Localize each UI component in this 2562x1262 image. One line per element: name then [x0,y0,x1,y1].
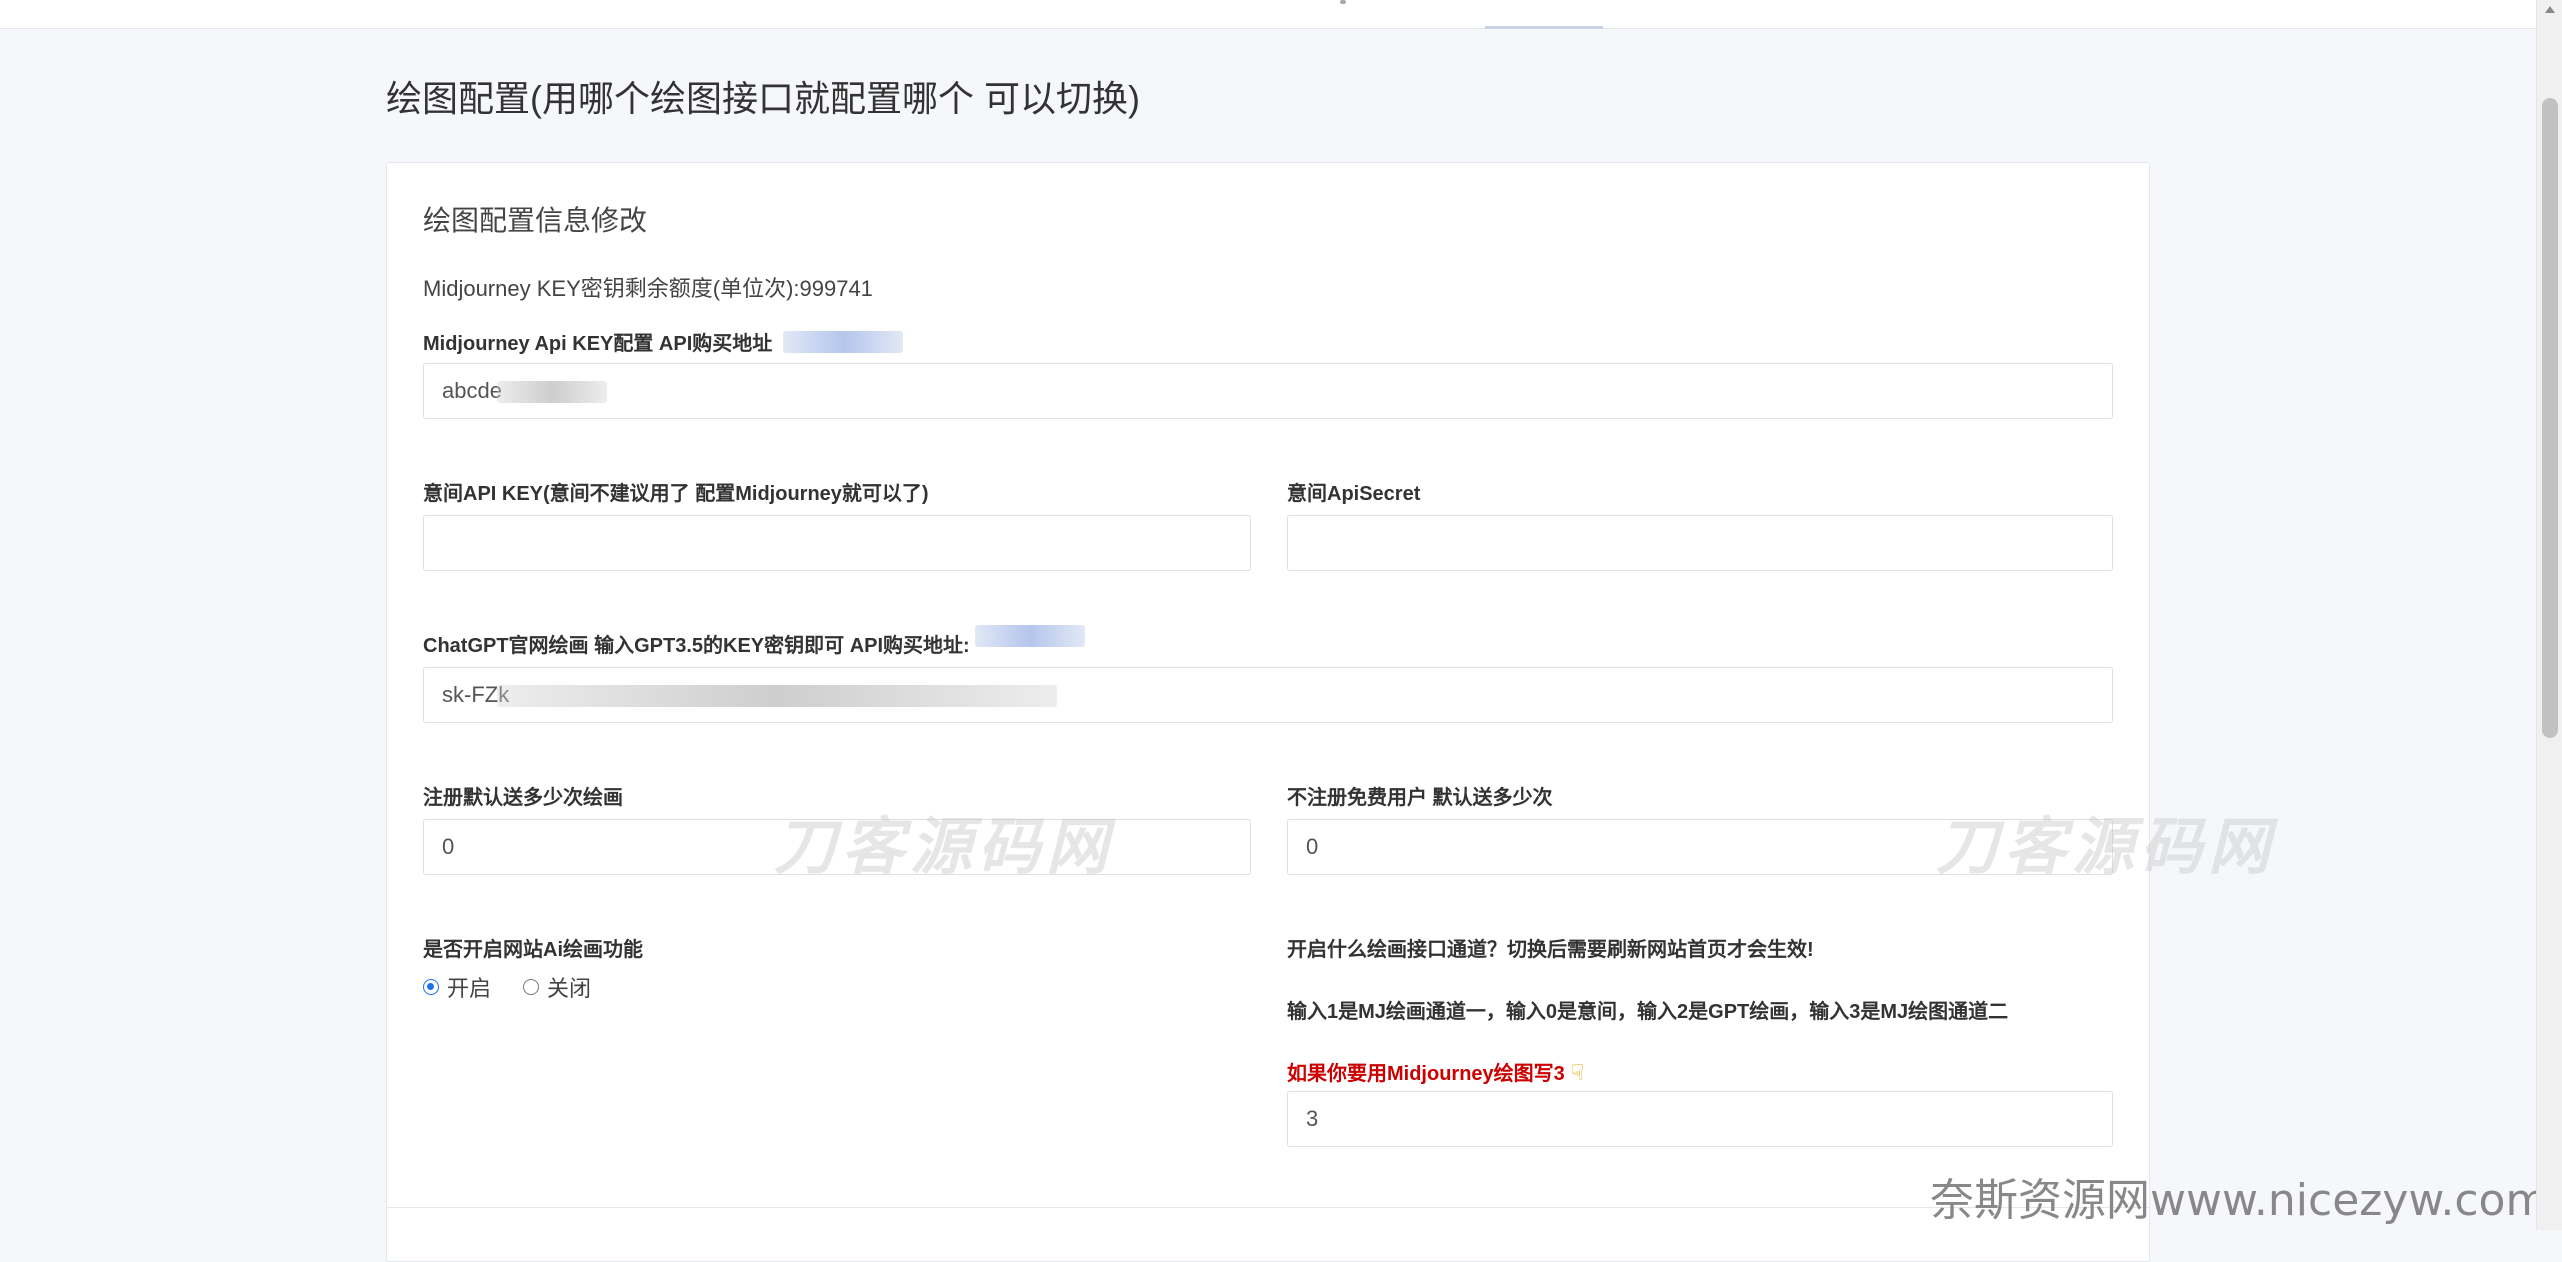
card-title: 绘图配置信息修改 [423,205,648,236]
scroll-thumb[interactable] [2542,98,2558,738]
redacted-link[interactable] [975,625,1085,647]
reg-free-count-value: 0 [442,834,455,859]
redacted-value [497,381,607,403]
nav-active-indicator [1485,26,1603,29]
mj-key-label: Midjourney Api KEY配置 API购买地址 [423,327,772,356]
channel-help-text: 输入1是MJ绘画通道一，输入0是意间，输入2是GPT绘画，输入3是MJ绘图通道二 [1287,1001,2009,1023]
mj-api-key-input[interactable]: abcde [423,363,2113,419]
top-nav-bar [0,0,2536,29]
ai-enable-off-label: 关闭 [547,976,592,1001]
nav-fragment [1340,0,1346,4]
reg-free-label: 注册默认送多少次绘画 [423,787,623,809]
yijian-secret-input[interactable] [1287,515,2113,571]
ai-enable-on-radio[interactable] [423,979,439,995]
yijian-api-key-input[interactable] [423,515,1251,571]
ai-enable-on-label: 开启 [447,976,492,1001]
vertical-scrollbar[interactable] [2536,0,2562,1230]
drawing-config-card: 绘图配置信息修改 Midjourney KEY密钥剩余额度(单位次):99974… [386,162,2150,1262]
yijian-secret-label: 意间ApiSecret [1287,483,1421,505]
watermark-center: 刀客源码网 [774,810,1115,883]
scroll-up-arrow-icon[interactable] [2545,6,2555,13]
unreg-free-label: 不注册免费用户 默认送多少次 [1287,787,1553,809]
unreg-free-count-value: 0 [1306,834,1319,859]
redacted-value [497,685,1057,707]
ai-enable-off-radio[interactable] [523,979,540,995]
mj-api-key-value: abcde [442,378,502,403]
gpt-key-label: ChatGPT官网绘画 输入GPT3.5的KEY密钥即可 API购买地址: [423,635,970,657]
mj-key-label-text: Midjourney Api KEY配置 API购买地址 [423,333,773,355]
channel-label: 开启什么绘画接口通道？切换后需要刷新网站首页才会生效! [1287,939,1814,961]
channel-input[interactable]: 3 [1287,1091,2113,1147]
card-divider [387,1207,2149,1208]
yijian-key-label: 意间API KEY(意间不建议用了 配置Midjourney就可以了) [423,483,929,505]
channel-hint: 如果你要用Midjourney绘图写3 ☟ [1287,1057,1584,1086]
corner-watermark: 奈斯资源网www.nicezyw.com [1930,1175,2549,1226]
ai-enable-on-option[interactable]: 开启 [423,971,491,1003]
ai-enable-label: 是否开启网站Ai绘画功能 [423,939,643,961]
mj-quota-text: Midjourney KEY密钥剩余额度(单位次):999741 [423,276,873,301]
channel-hint-text: 如果你要用Midjourney绘图写3 [1287,1063,1565,1085]
ai-enable-radio-group: 开启 关闭 [423,971,613,1003]
channel-value: 3 [1306,1106,1319,1131]
page-title: 绘图配置(用哪个绘图接口就配置哪个 可以切换) [386,78,1140,119]
watermark-right: 刀客源码网 [1936,810,2277,883]
pointing-hand-icon: ☟ [1570,1060,1585,1085]
ai-enable-off-option[interactable]: 关闭 [523,971,591,1003]
redacted-link[interactable] [783,331,903,353]
